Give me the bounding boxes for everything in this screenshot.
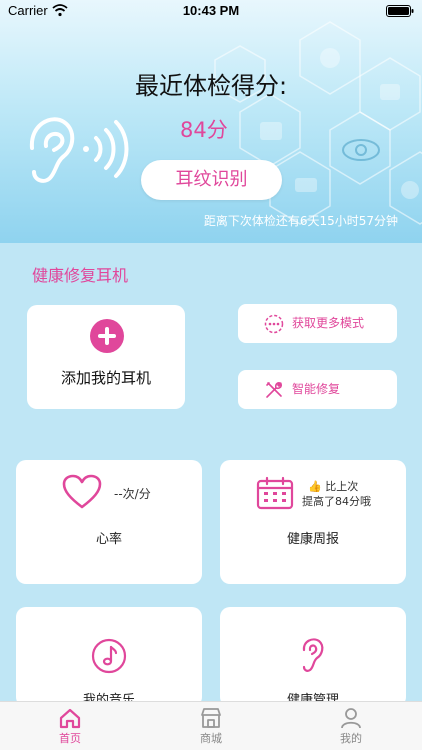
earprint-recognition-button[interactable]: 耳纹识别 xyxy=(141,160,282,200)
tools-icon xyxy=(266,382,282,398)
compare-text-1: 比上次 xyxy=(325,480,359,493)
next-checkup-countdown: 距离下次体检还有6天15小时57分钟 xyxy=(203,214,398,228)
more-modes-button[interactable]: 获取更多模式 xyxy=(238,304,397,343)
tab-home[interactable]: 首页 xyxy=(30,702,110,750)
tab-home-label: 首页 xyxy=(59,732,81,745)
health-management-card[interactable]: 健康管理 xyxy=(220,607,406,708)
tab-mall[interactable]: 商城 xyxy=(171,702,251,750)
calendar-icon xyxy=(256,476,294,510)
status-bar: Carrier 10:43 PM xyxy=(0,0,422,22)
compare-line-2: 提高了84分哦 xyxy=(302,495,371,508)
add-headphone-card[interactable]: 添加我的耳机 xyxy=(27,305,185,409)
weekly-report-label: 健康周报 xyxy=(286,532,339,547)
heart-rate-label: 心率 xyxy=(95,532,122,547)
smart-repair-button[interactable]: 智能修复 xyxy=(238,370,397,409)
heart-icon xyxy=(62,474,102,509)
store-icon xyxy=(201,708,221,728)
ear-icon xyxy=(302,638,324,672)
my-music-card[interactable]: 我的音乐 xyxy=(16,607,202,708)
person-icon xyxy=(341,708,361,729)
tab-bar: 首页 商城 我的 xyxy=(0,701,422,750)
score-title: 最近体检得分: xyxy=(134,72,288,100)
more-dots-icon xyxy=(264,314,284,334)
tab-mall-label: 商城 xyxy=(200,732,222,745)
ear-sound-icon xyxy=(29,117,129,183)
status-time: 10:43 PM xyxy=(182,3,240,18)
heart-rate-card[interactable]: --次/分 心率 xyxy=(16,460,202,584)
battery-icon xyxy=(386,5,414,17)
tab-me-label: 我的 xyxy=(340,732,362,745)
add-headphone-label: 添加我的耳机 xyxy=(60,369,151,387)
compare-line-1: 👍 比上次 xyxy=(308,478,358,494)
score-value: 84分 xyxy=(180,118,228,142)
music-note-icon xyxy=(91,638,127,674)
weekly-report-card[interactable]: 👍 比上次 提高了84分哦 健康周报 xyxy=(220,460,406,584)
header-banner: Carrier 10:43 PM 最近体检得分: 84分 耳纹识别 距离下次体检… xyxy=(0,0,422,243)
heart-rate-value: --次/分 xyxy=(114,487,151,501)
section-title: 健康修复耳机 xyxy=(32,266,129,285)
smart-repair-label: 智能修复 xyxy=(292,382,341,396)
home-icon xyxy=(59,708,81,729)
plus-icon xyxy=(90,319,124,353)
tab-me[interactable]: 我的 xyxy=(311,702,391,750)
more-modes-label: 获取更多模式 xyxy=(292,316,365,330)
thumbs-up-icon: 👍 xyxy=(308,480,322,493)
